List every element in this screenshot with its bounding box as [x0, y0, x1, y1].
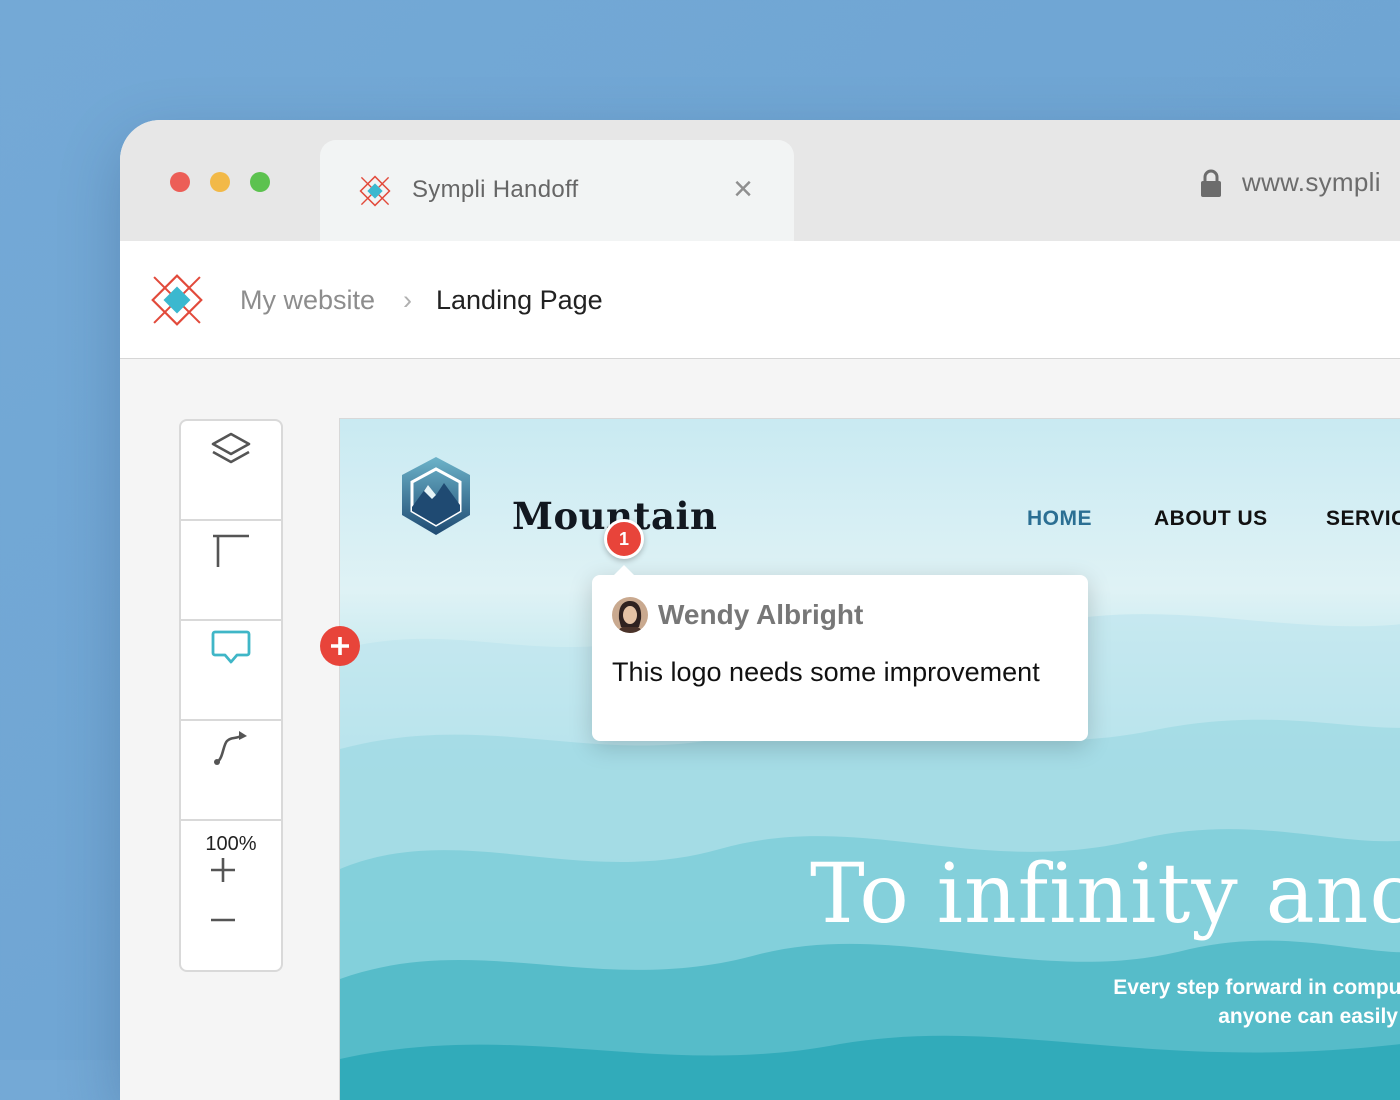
add-comment-button[interactable] — [320, 626, 360, 666]
comment-author: Wendy Albright — [658, 599, 864, 630]
zoom-out-icon[interactable] — [209, 906, 237, 934]
zoom-in-icon[interactable] — [209, 856, 237, 884]
breadcrumb-parent[interactable]: My website — [240, 285, 375, 316]
close-tab-icon[interactable]: × — [728, 172, 758, 206]
mockup-nav-services[interactable]: SERVIC — [1326, 507, 1400, 531]
design-canvas[interactable]: Mountain HOME ABOUT US SERVIC 1 Wendy Al… — [340, 419, 1400, 1100]
comment-icon — [211, 630, 251, 664]
comment-text: This logo needs some improvement — [612, 657, 1040, 687]
flow-arrow-icon — [214, 731, 247, 765]
close-window-button[interactable] — [170, 172, 190, 192]
mockup-hero-subtitle-line1: Every step forward in computing — [1113, 976, 1400, 999]
flow-tool-button[interactable] — [181, 721, 281, 821]
browser-tab[interactable]: Sympli Handoff × — [320, 140, 794, 241]
zoom-control: 100% — [181, 821, 281, 970]
mockup-nav-home[interactable]: HOME — [1027, 507, 1092, 531]
measure-tool-button[interactable] — [181, 521, 281, 621]
plus-icon — [331, 637, 349, 655]
zoom-level: 100% — [205, 833, 257, 855]
app-header: My website › Landing Page — [120, 241, 1400, 359]
minimize-window-button[interactable] — [210, 172, 230, 192]
browser-titlebar: Sympli Handoff × www.sympli — [120, 120, 1400, 242]
comment-popup: Wendy Albright This logo needs some impr… — [592, 565, 1088, 741]
popup-arrow — [614, 565, 634, 575]
mockup-nav-about-us[interactable]: ABOUT US — [1154, 507, 1268, 531]
mountain-logo-icon — [402, 457, 470, 535]
measure-icon — [213, 534, 249, 567]
breadcrumb-separator: › — [403, 285, 412, 315]
comment-pin[interactable]: 1 — [604, 519, 644, 559]
mockup-hero-subtitle-line2: anyone can easily use — [1218, 1005, 1400, 1028]
tool-panel: 100% — [179, 419, 283, 972]
address-bar-url[interactable]: www.sympli — [1242, 167, 1381, 198]
browser-window: Sympli Handoff × www.sympli My website ›… — [120, 120, 1400, 1100]
mockup-hero-title: To infinity anc — [810, 847, 1400, 942]
lock-icon — [1201, 169, 1221, 197]
avatar — [612, 597, 648, 633]
tab-title: Sympli Handoff — [412, 176, 579, 203]
maximize-window-button[interactable] — [250, 172, 270, 192]
layers-tool-button[interactable] — [181, 421, 281, 521]
breadcrumb-current: Landing Page — [436, 285, 603, 315]
comment-tool-button[interactable] — [181, 621, 281, 721]
layers-icon — [211, 432, 251, 464]
sympli-logo-icon — [359, 175, 391, 207]
sympli-logo-icon[interactable] — [150, 273, 204, 327]
mockup-hero-subtitle: Every step forward in computing anyone c… — [820, 973, 1400, 1031]
